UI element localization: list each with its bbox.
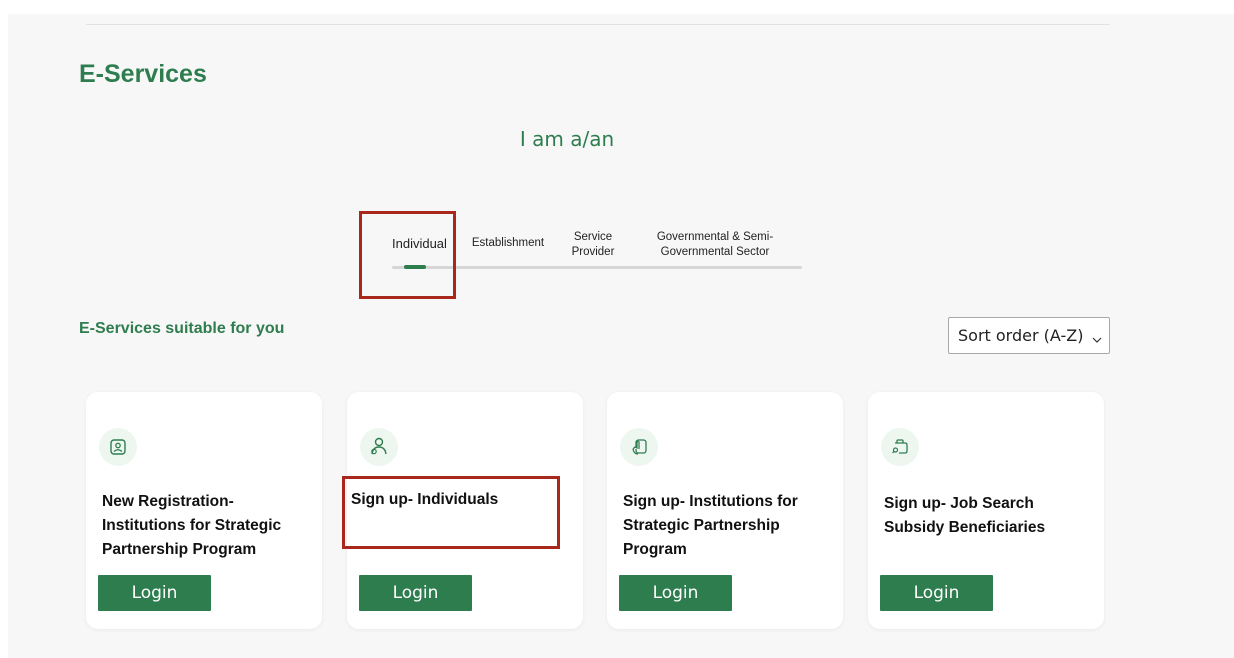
section-title: E-Services suitable for you	[79, 320, 285, 337]
job-search-icon	[881, 428, 919, 466]
sort-order-value: Sort order (A-Z)	[958, 326, 1084, 345]
card-title: Sign up- Institutions for Strategic Part…	[623, 493, 798, 558]
highlight-box-tab	[359, 211, 456, 299]
hand-pointer-icon	[620, 428, 658, 466]
login-button[interactable]: Login	[359, 575, 472, 611]
card-title: New Registration- Institutions for Strat…	[102, 493, 282, 558]
id-card-icon	[99, 428, 137, 466]
sort-order-select[interactable]: Sort order (A-Z)	[948, 317, 1110, 354]
top-divider	[86, 24, 1110, 25]
login-button[interactable]: Login	[619, 575, 732, 611]
service-card: Sign up- Job Search Subsidy Beneficiarie…	[868, 392, 1104, 629]
chevron-down-icon	[1091, 331, 1103, 343]
card-title: Sign up- Job Search Subsidy Beneficiarie…	[884, 495, 1046, 536]
role-prompt: I am a/an	[519, 127, 615, 151]
login-button[interactable]: Login	[880, 575, 993, 611]
tab-governmental-sector[interactable]: Governmental & Semi-Governmental Sector	[650, 230, 780, 260]
page-title: E-Services	[79, 60, 207, 88]
service-card: New Registration- Institutions for Strat…	[86, 392, 322, 629]
tab-establishment[interactable]: Establishment	[468, 236, 548, 251]
tab-service-provider[interactable]: Service Provider	[568, 230, 618, 260]
highlight-box-card	[342, 476, 560, 549]
users-icon	[360, 428, 398, 466]
service-card: Sign up- Institutions for Strategic Part…	[607, 392, 843, 629]
login-button[interactable]: Login	[98, 575, 211, 611]
